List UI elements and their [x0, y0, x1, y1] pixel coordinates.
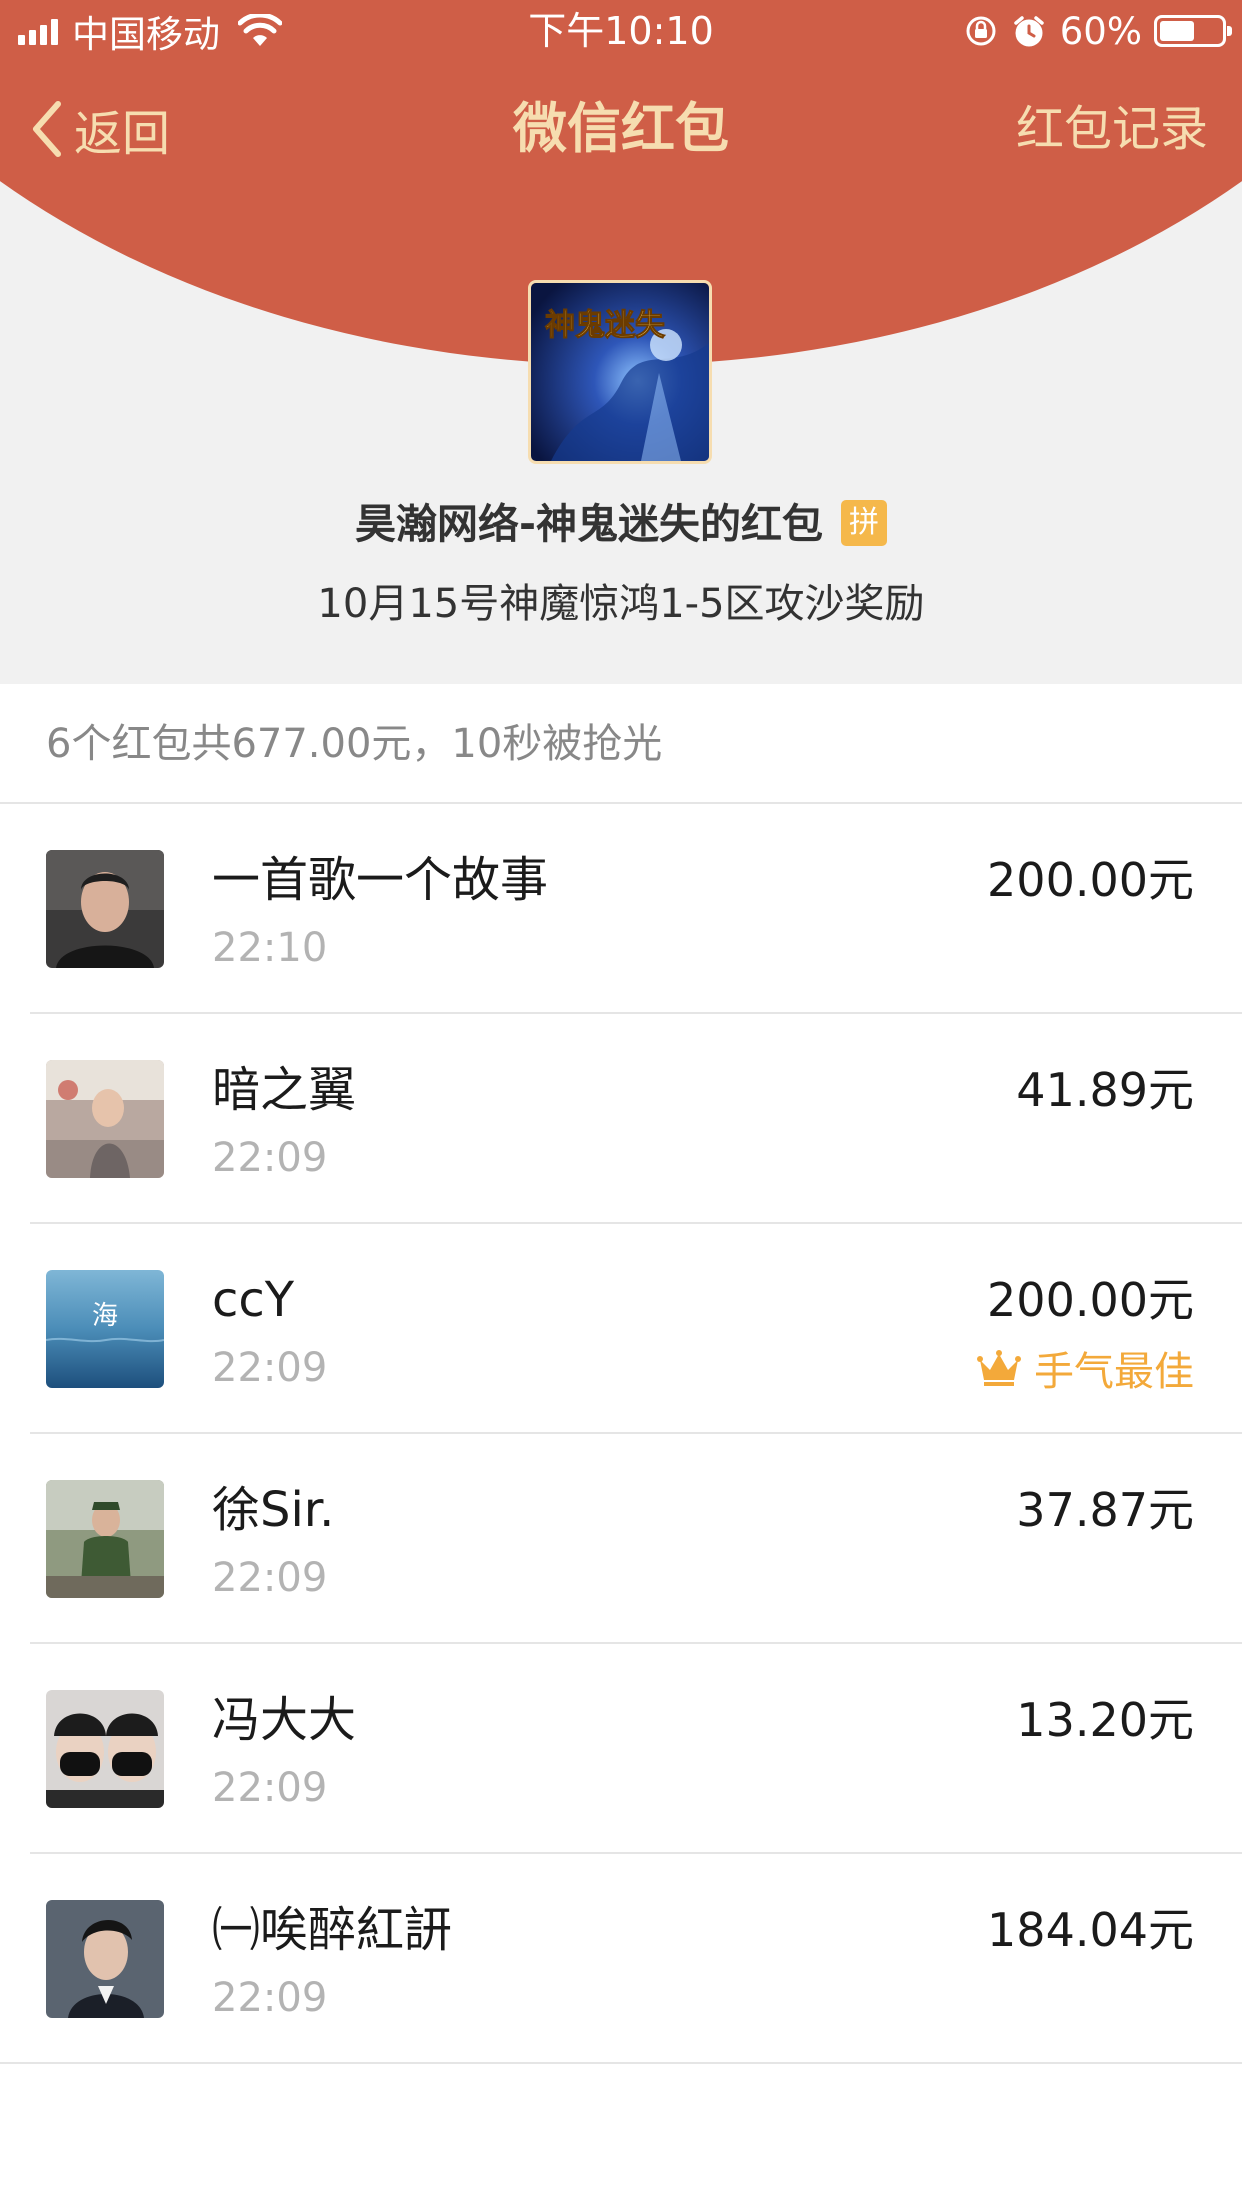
claim-record-list: 一首歌一个故事 22:10 200.00元 暗之翼 22:09 41.89元 海…: [0, 804, 1242, 2064]
user-avatar-image: [46, 1900, 164, 2018]
battery-percent: 60%: [1059, 9, 1142, 53]
battery-level: [1160, 21, 1194, 41]
claim-time: 22:09: [212, 1345, 328, 1391]
avatar-game-logo: 神鬼迷失: [545, 308, 666, 343]
claim-time: 22:09: [212, 1765, 328, 1811]
battery-tip: [1227, 26, 1232, 36]
crown-icon: [977, 1350, 1021, 1386]
sender-line: 昊瀚网络-神鬼迷失的红包拼: [0, 494, 1242, 554]
list-item[interactable]: 冯大大 22:09 13.20元: [0, 1644, 1242, 1854]
sender-avatar-image: 神鬼迷失: [531, 283, 709, 461]
avatar[interactable]: [46, 1690, 164, 1808]
alarm-icon: [1014, 16, 1044, 47]
red-packet-summary: 6个红包共677.00元，10秒被抢光: [0, 684, 1242, 804]
claim-amount: 200.00元: [987, 1273, 1194, 1327]
avatar-sea-text: 海: [92, 1301, 118, 1331]
nav-bar: 返回 微信红包 红包记录: [0, 80, 1242, 176]
row-divider: [0, 2062, 1242, 2064]
red-packet-header: 中国移动 下午10:10 60% 返回 微信红包 红包记录 神鬼迷失 昊瀚网络-…: [0, 0, 1242, 684]
claimer-name: 冯大大: [212, 1692, 357, 1748]
red-packet-records-link[interactable]: 红包记录: [1016, 94, 1208, 164]
sender-avatar[interactable]: 神鬼迷失: [528, 280, 712, 464]
avatar[interactable]: [46, 1060, 164, 1178]
claim-time: 22:09: [212, 1135, 328, 1181]
user-avatar-image: [46, 850, 164, 968]
claimer-name: 一首歌一个故事: [212, 852, 549, 908]
avatar[interactable]: [46, 850, 164, 968]
claimer-name: ㈠唉醉紅訮: [212, 1902, 453, 1958]
list-item[interactable]: 一首歌一个故事 22:10 200.00元: [0, 804, 1242, 1014]
claim-amount: 200.00元: [987, 853, 1194, 907]
claim-amount: 37.87元: [1016, 1483, 1194, 1537]
avatar[interactable]: [46, 1480, 164, 1598]
avatar[interactable]: [46, 1900, 164, 2018]
claim-amount: 184.04元: [987, 1903, 1194, 1957]
claim-time: 22:09: [212, 1975, 328, 2021]
claimer-name: ccY: [212, 1272, 295, 1328]
claim-time: 22:09: [212, 1555, 328, 1601]
status-right: 60%: [964, 8, 1232, 54]
claimer-name: 暗之翼: [212, 1062, 357, 1118]
list-item[interactable]: 海 ccY 22:09 200.00元 手气最佳: [0, 1224, 1242, 1434]
orientation-lock-icon: [966, 16, 996, 46]
battery-icon: [1154, 15, 1232, 47]
best-luck-label: 手气最佳: [976, 1340, 1194, 1396]
user-avatar-image: 海: [46, 1270, 164, 1388]
best-luck-text: 手气最佳: [1034, 1349, 1194, 1395]
claim-amount: 13.20元: [1016, 1693, 1194, 1747]
random-amount-badge: 拼: [841, 500, 887, 546]
sender-name: 昊瀚网络-神鬼迷失的红包: [354, 500, 823, 548]
avatar[interactable]: 海: [46, 1270, 164, 1388]
user-avatar-image: [46, 1480, 164, 1598]
status-bar: 中国移动 下午10:10 60%: [0, 0, 1242, 62]
list-item[interactable]: 徐Sir. 22:09 37.87元: [0, 1434, 1242, 1644]
list-item[interactable]: 暗之翼 22:09 41.89元: [0, 1014, 1242, 1224]
red-packet-blessing: 10月15号神魔惊鸿1-5区攻沙奖励: [317, 581, 925, 627]
claimer-name: 徐Sir.: [212, 1482, 335, 1538]
user-avatar-image: [46, 1060, 164, 1178]
claim-time: 22:10: [212, 925, 328, 971]
user-avatar-image: [46, 1690, 164, 1808]
claim-amount: 41.89元: [1016, 1063, 1194, 1117]
list-item[interactable]: ㈠唉醉紅訮 22:09 184.04元: [0, 1854, 1242, 2064]
